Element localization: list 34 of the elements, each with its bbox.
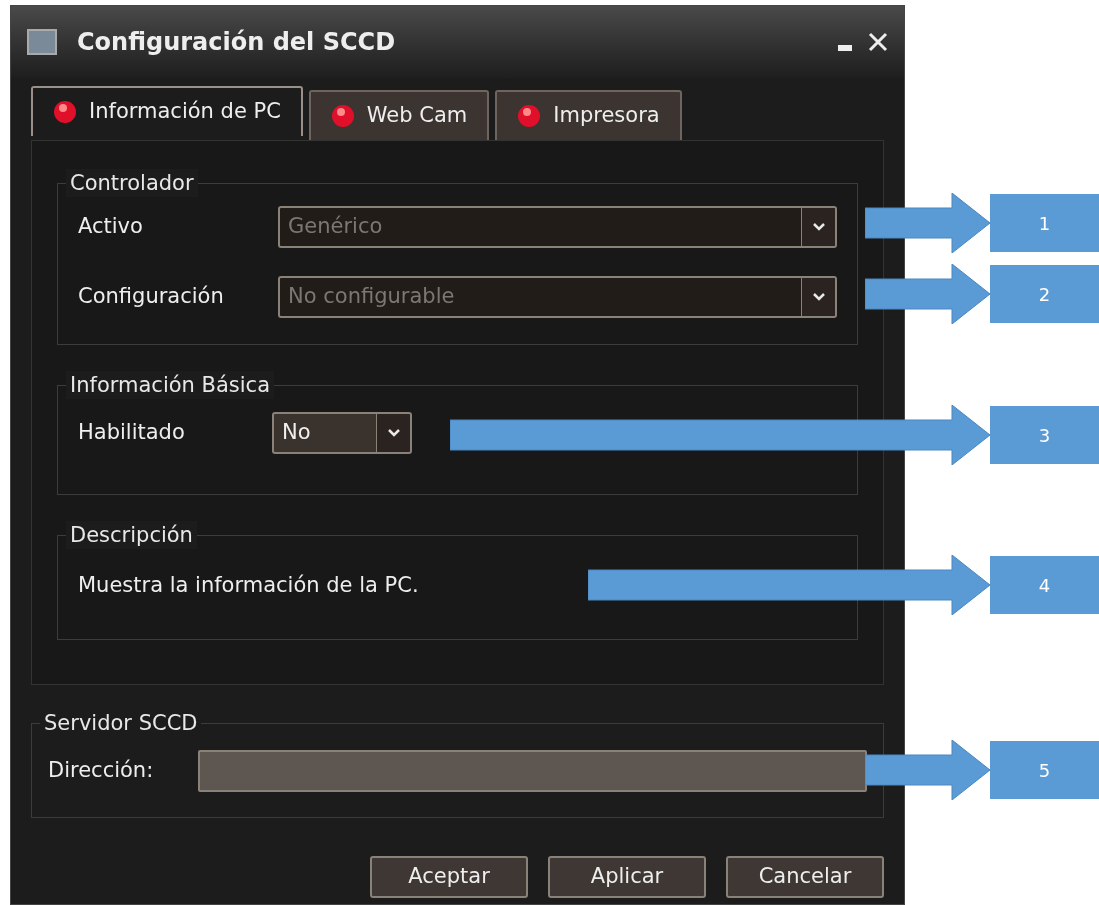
tab[interactable]: Impresora (495, 90, 682, 140)
callout-number: 2 (990, 265, 1099, 323)
window-title: Configuración del SCCD (77, 27, 397, 58)
field-label: Configuración (78, 283, 225, 311)
callout-number: 5 (990, 741, 1099, 799)
status-dot-icon (53, 100, 77, 124)
group-title: Descripción (66, 521, 197, 549)
chevron-down-icon (811, 222, 826, 232)
address-input[interactable] (198, 750, 867, 792)
chevron-down-icon (386, 428, 401, 438)
group-title: Controlador (66, 169, 198, 197)
status-dot-icon (517, 104, 542, 128)
close-icon[interactable] (868, 32, 888, 52)
description-text: Muestra la información de la PC. (78, 573, 419, 597)
tab[interactable]: Información de PC (31, 86, 303, 136)
field-label: Habilitado (78, 419, 186, 447)
dropdown-button[interactable] (376, 414, 410, 452)
app-icon (27, 29, 57, 55)
callout-number: 4 (990, 556, 1099, 614)
field-label: Activo (78, 213, 144, 241)
dropdown-value: Genérico (287, 213, 384, 241)
field-label: Dirección: (48, 757, 155, 785)
dialog-button[interactable]: Cancelar (726, 856, 884, 898)
dialog-button[interactable]: Aplicar (548, 856, 706, 898)
status-dot-icon (330, 104, 355, 128)
callout-number: 1 (990, 194, 1099, 252)
dropdown-field[interactable]: No (272, 412, 412, 454)
group-title: Información Básica (66, 371, 274, 399)
callout-number: 3 (990, 406, 1099, 464)
tab[interactable]: Web Cam (308, 90, 490, 140)
dropdown-value: No (281, 419, 312, 447)
chevron-down-icon (811, 292, 826, 302)
dropdown-value: No configurable (287, 283, 456, 311)
dialog-button[interactable]: Aceptar (370, 856, 528, 898)
